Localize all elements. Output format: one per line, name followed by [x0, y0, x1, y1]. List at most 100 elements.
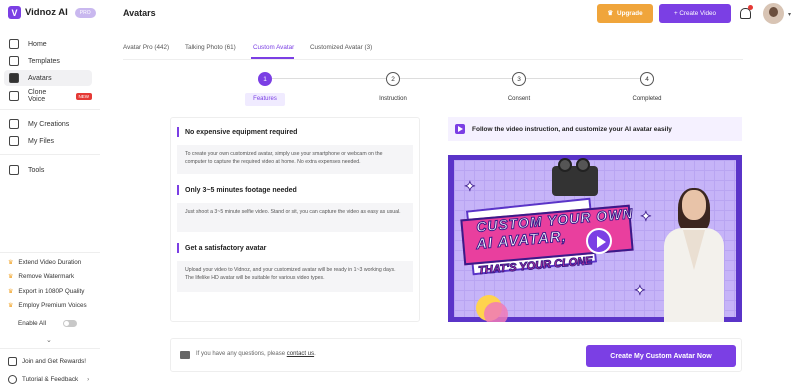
- tab-talking-photo[interactable]: Talking Photo (61): [185, 44, 236, 51]
- accent-bar: [177, 185, 179, 195]
- sidebar-item-label: Avatars: [28, 74, 52, 82]
- collapse-chevron-icon[interactable]: ⌄: [46, 336, 52, 344]
- play-icon: [9, 119, 19, 129]
- presenter-avatar: [659, 188, 729, 322]
- gift-icon: [8, 357, 17, 366]
- question-period: .: [314, 351, 316, 357]
- upgrade-label: Upgrade: [617, 10, 643, 17]
- sidebar-item-my-creations[interactable]: My Creations: [4, 116, 92, 132]
- create-video-button[interactable]: + Create Video: [659, 4, 731, 23]
- upgrade-button[interactable]: ♛ Upgrade: [597, 4, 653, 23]
- step-2: 2: [386, 72, 400, 86]
- camera-reel: [558, 158, 572, 172]
- presenter-face: [682, 190, 706, 220]
- sparkle-icon: ✦: [464, 178, 477, 195]
- logo[interactable]: V Vidnoz AI PRO: [8, 6, 96, 19]
- help-icon: [8, 375, 17, 384]
- sparkle-icon: ✦: [634, 282, 647, 299]
- sidebar-item-tools[interactable]: Tools: [4, 162, 92, 178]
- accent-bar: [177, 243, 179, 253]
- promo-label: Export in 1080P Quality: [18, 288, 85, 295]
- tutorial-feedback[interactable]: Tutorial & Feedback ›: [4, 373, 96, 386]
- avatar[interactable]: [763, 3, 784, 24]
- tab-avatar-pro[interactable]: Avatar Pro (442): [123, 44, 169, 51]
- home-icon: [9, 39, 19, 49]
- create-video-label: + Create Video: [673, 10, 717, 17]
- step-label-completed: Completed: [632, 96, 662, 102]
- tools-icon: [9, 165, 19, 175]
- feature-title-text: Only 3~5 minutes footage needed: [185, 186, 297, 194]
- tab-custom-avatar[interactable]: Custom Avatar: [253, 44, 294, 51]
- promo-label: Remove Watermark: [18, 273, 75, 280]
- sidebar: V Vidnoz AI PRO Home Templates Avatars C…: [0, 0, 100, 389]
- sidebar-divider: [0, 252, 100, 253]
- sidebar-item-label: Templates: [28, 57, 60, 65]
- sidebar-item-templates[interactable]: Templates: [4, 53, 92, 69]
- pro-badge: PRO: [74, 7, 96, 18]
- join-rewards[interactable]: Join and Get Rewards!: [4, 355, 96, 368]
- top-bar: Avatars ♛ Upgrade + Create Video ▾: [100, 0, 800, 28]
- page-title: Avatars: [123, 8, 156, 18]
- feature-title: No expensive equipment required: [177, 124, 417, 140]
- tab-customized-avatar[interactable]: Customized Avatar (3): [310, 44, 372, 51]
- sidebar-item-clone-voice[interactable]: Clone Voice NEW: [4, 88, 92, 104]
- avatars-icon: [9, 73, 19, 83]
- promo-extend-duration[interactable]: ♛ Extend Video Duration: [4, 256, 96, 269]
- step-connector: [400, 78, 512, 79]
- crown-icon: ♛: [8, 260, 14, 266]
- sidebar-item-avatars[interactable]: Avatars: [4, 70, 92, 86]
- app-name: Vidnoz AI: [25, 7, 68, 18]
- promo-label: Employ Premium Voices: [18, 302, 87, 309]
- sidebar-item-home[interactable]: Home: [4, 36, 92, 52]
- enable-all-label: Enable All: [18, 320, 47, 327]
- step-label-consent: Consent: [507, 96, 531, 102]
- feature-title-text: Get a satisfactory avatar: [185, 244, 267, 252]
- bottom-bar: If you have any questions, please contac…: [170, 338, 742, 372]
- feature-body: To create your own customized avatar, si…: [177, 145, 413, 174]
- promo-premium-voices[interactable]: ♛ Employ Premium Voices: [4, 299, 96, 312]
- sidebar-divider: [0, 154, 100, 155]
- step-label-features: Features: [245, 93, 285, 106]
- video-instruction-header: Follow the video instruction, and custom…: [448, 117, 742, 141]
- feature-title: Only 3~5 minutes footage needed: [177, 182, 417, 198]
- crown-icon: ♛: [8, 289, 14, 295]
- crown-icon: ♛: [607, 10, 614, 17]
- step-connector: [272, 78, 386, 79]
- features-card: No expensive equipment required To creat…: [170, 117, 420, 322]
- promo-export-1080p[interactable]: ♛ Export in 1080P Quality: [4, 285, 96, 298]
- active-tab-indicator: [251, 57, 294, 59]
- enable-all-toggle[interactable]: [63, 320, 78, 327]
- promo-label: Extend Video Duration: [18, 259, 82, 266]
- camera-icon: [552, 158, 598, 196]
- sidebar-item-label: My Files: [28, 137, 55, 145]
- step-label-instruction: Instruction: [379, 96, 407, 102]
- feature-body: Just shoot a 3~5 minute selfie video. St…: [177, 203, 413, 232]
- contact-us-link[interactable]: contact us: [287, 351, 314, 357]
- feature-title-text: No expensive equipment required: [185, 128, 298, 136]
- join-rewards-label: Join and Get Rewards!: [22, 358, 87, 365]
- sparkle-icon: ✦: [640, 208, 653, 225]
- video-thumbnail: ✦ ✦ ✦ CUSTOM YOUR OWN AI AVATAR, THAT'S …: [454, 158, 736, 322]
- accent-bar: [177, 127, 179, 137]
- new-badge: NEW: [75, 92, 92, 100]
- play-button-icon[interactable]: [586, 228, 612, 254]
- crown-icon: ♛: [8, 274, 14, 280]
- video-icon: [455, 124, 465, 134]
- camera-reel: [576, 158, 590, 172]
- video-player[interactable]: ✦ ✦ ✦ CUSTOM YOUR OWN AI AVATAR, THAT'S …: [448, 155, 742, 322]
- crown-icon: ♛: [8, 303, 14, 309]
- folder-icon: [9, 136, 19, 146]
- step-1: 1: [258, 72, 272, 86]
- question-label: If you have any questions, please: [196, 351, 286, 357]
- decor-circle: [484, 302, 508, 322]
- chevron-down-icon[interactable]: ▾: [788, 11, 791, 18]
- sidebar-item-my-files[interactable]: My Files: [4, 133, 92, 149]
- promo-remove-watermark[interactable]: ♛ Remove Watermark: [4, 270, 96, 283]
- step-3: 3: [512, 72, 526, 86]
- video-instruction-text: Follow the video instruction, and custom…: [472, 125, 672, 133]
- step-4: 4: [640, 72, 654, 86]
- sidebar-divider: [0, 348, 100, 349]
- tutorial-feedback-label: Tutorial & Feedback: [22, 376, 79, 383]
- create-custom-avatar-button[interactable]: Create My Custom Avatar Now: [586, 345, 736, 367]
- microphone-icon: [9, 91, 19, 101]
